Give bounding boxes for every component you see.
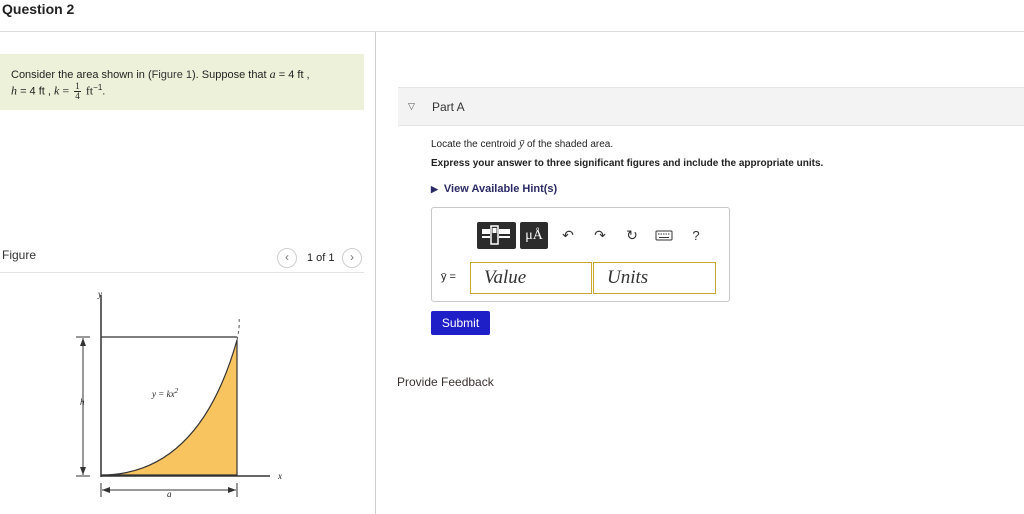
figure-link[interactable]: Figure 1 bbox=[152, 69, 192, 81]
curve-equation-exponent: 2 bbox=[175, 387, 179, 395]
triangle-down-icon: ▽ bbox=[408, 101, 415, 111]
problem-statement: Consider the area shown in (Figure 1). S… bbox=[0, 54, 364, 110]
undo-button[interactable]: ↶ bbox=[558, 222, 578, 249]
keyboard-icon bbox=[655, 230, 673, 241]
units-button[interactable]: μÅ bbox=[520, 222, 548, 249]
triangle-right-icon: ▶ bbox=[431, 184, 438, 194]
k-exponent: −1 bbox=[93, 82, 103, 92]
curve-continuation bbox=[236, 317, 240, 341]
header-divider bbox=[0, 31, 1024, 32]
templates-button[interactable] bbox=[477, 222, 516, 249]
prompt-pre-text: Locate the centroid bbox=[431, 139, 519, 150]
prompt-post-text: of the shaded area. bbox=[524, 139, 614, 150]
part-a-header[interactable]: ▽ Part A bbox=[398, 87, 1024, 126]
problem-lead-text: Consider the area shown in ( bbox=[11, 69, 152, 81]
templates-icon bbox=[482, 225, 510, 245]
shaded-area bbox=[100, 339, 238, 476]
figure-prev-button[interactable]: ‹ bbox=[277, 248, 297, 268]
curve-equation-text: y = kx bbox=[151, 389, 175, 399]
a-dim-arrow-right bbox=[228, 487, 236, 493]
problem-middle-text: ). Suppose that bbox=[192, 69, 270, 81]
figure-diagram: y x h a y = kx2 bbox=[76, 289, 282, 499]
k-fraction: 14 bbox=[74, 82, 81, 101]
figure-header-divider bbox=[0, 272, 364, 273]
view-hints-link[interactable]: ▶ View Available Hint(s) bbox=[431, 183, 557, 195]
reset-icon: ↻ bbox=[626, 227, 638, 243]
figure-next-button[interactable]: › bbox=[342, 248, 362, 268]
keyboard-button[interactable] bbox=[654, 222, 674, 249]
h-dim-arrow-bottom bbox=[80, 467, 86, 475]
var-k: k bbox=[54, 83, 60, 98]
question-title: Question 2 bbox=[2, 1, 75, 17]
var-a: a bbox=[269, 67, 276, 81]
provide-feedback-link[interactable]: Provide Feedback bbox=[397, 375, 494, 389]
problem-line-2: h = 4 ft , k = 14 ft−1. bbox=[11, 82, 105, 101]
view-hints-label: View Available Hint(s) bbox=[443, 183, 558, 195]
problem-end: . bbox=[102, 85, 106, 98]
part-a-title: Part A bbox=[432, 100, 465, 114]
h-value: = 4 ft , bbox=[20, 85, 51, 98]
chevron-left-icon: ‹ bbox=[285, 250, 289, 264]
reset-button[interactable]: ↻ bbox=[622, 222, 642, 249]
help-button[interactable]: ? bbox=[686, 222, 706, 249]
curve-equation-label: y = kx2 bbox=[151, 387, 179, 399]
answer-instructions: Express your answer to three significant… bbox=[431, 158, 824, 169]
units-input[interactable]: Units bbox=[593, 262, 716, 294]
a-value: = 4 ft , bbox=[278, 69, 310, 81]
submit-button[interactable]: Submit bbox=[431, 311, 490, 335]
y-axis-label: y bbox=[97, 289, 102, 299]
h-dim-arrow-top bbox=[80, 338, 86, 346]
a-dim-arrow-left bbox=[102, 487, 110, 493]
k-denominator: 4 bbox=[75, 91, 80, 101]
x-axis-label: x bbox=[277, 471, 282, 481]
question-prompt: Locate the centroid ȳ of the shaded area… bbox=[431, 136, 613, 151]
value-input[interactable]: Value bbox=[470, 262, 592, 294]
a-dim-label: a bbox=[167, 489, 172, 499]
h-dim-label: h bbox=[80, 397, 85, 407]
ybar-equals-label: ȳ = bbox=[441, 271, 456, 283]
k-equals: = bbox=[62, 83, 70, 98]
undo-icon: ↶ bbox=[562, 227, 574, 243]
chevron-right-icon: › bbox=[350, 250, 354, 264]
answer-box: μÅ ↶ ↷ ↻ ? ȳ = Value Units bbox=[431, 207, 730, 302]
figure-page-count: 1 of 1 bbox=[307, 252, 335, 264]
redo-button[interactable]: ↷ bbox=[590, 222, 610, 249]
problem-line-1: Consider the area shown in (Figure 1). S… bbox=[11, 67, 310, 82]
figure-label: Figure bbox=[2, 248, 37, 262]
column-divider bbox=[375, 32, 376, 514]
var-h: h bbox=[11, 83, 17, 98]
redo-icon: ↷ bbox=[594, 227, 606, 243]
